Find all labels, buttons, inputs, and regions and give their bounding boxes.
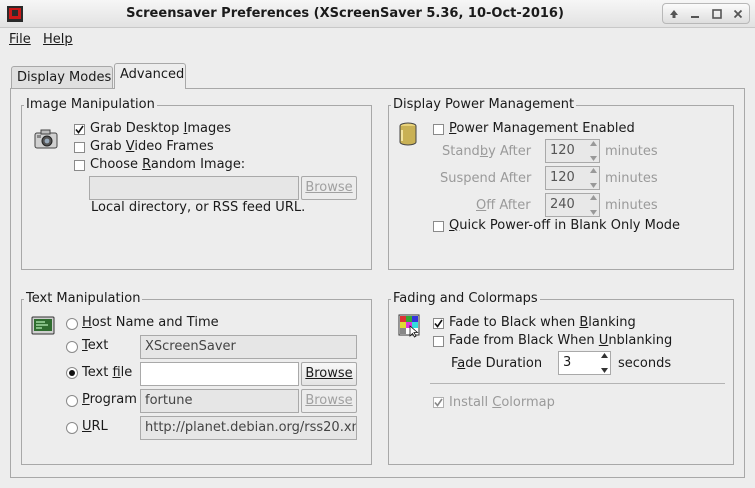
power-management-enabled-label[interactable]: Power Management Enabled <box>449 121 635 136</box>
grab-desktop-images-checkbox[interactable] <box>74 124 85 135</box>
grab-video-frames-label[interactable]: Grab Video Frames <box>90 139 214 154</box>
checkmark-icon <box>434 398 443 407</box>
choose-random-image-checkbox[interactable] <box>74 160 85 171</box>
tab-display-modes[interactable]: Display Modes <box>11 66 113 88</box>
arrow-up-icon <box>669 9 678 18</box>
tab-advanced[interactable]: Advanced <box>114 63 186 89</box>
window-controls <box>662 3 750 24</box>
text-file-radio[interactable] <box>66 367 78 379</box>
checkmark-icon <box>434 319 443 328</box>
quick-power-off-checkbox[interactable] <box>433 221 444 232</box>
fade-to-black-label[interactable]: Fade to Black when Blanking <box>449 315 636 330</box>
quick-power-off-label[interactable]: Quick Power-off in Blank Only Mode <box>449 218 680 233</box>
program-input[interactable]: fortune <box>140 389 299 413</box>
fade-duration-unit: seconds <box>618 356 672 371</box>
image-manipulation-title: Image Manipulation <box>24 97 157 112</box>
shade-button[interactable] <box>663 4 685 23</box>
spin-up-icon <box>589 168 597 173</box>
image-browse-button[interactable]: Browse <box>301 176 357 200</box>
close-button[interactable] <box>728 4 750 23</box>
install-colormap-label[interactable]: Install Colormap <box>449 395 555 410</box>
spin-up-icon <box>600 353 608 358</box>
spin-down-icon <box>589 183 597 188</box>
install-colormap-checkbox[interactable] <box>433 397 444 408</box>
spin-down-icon <box>600 368 608 373</box>
title-bar[interactable]: Screensaver Preferences (XScreenSaver 5.… <box>0 0 755 28</box>
spinner-arrows[interactable] <box>599 353 609 373</box>
radio-selected-dot <box>69 370 75 376</box>
suspend-after-label: Suspend After <box>440 171 532 186</box>
off-after-label: Off After <box>476 198 531 213</box>
text-radio[interactable] <box>66 341 78 353</box>
image-directory-input[interactable] <box>89 176 299 200</box>
checkmark-icon <box>75 125 84 134</box>
tab-label: Display Modes <box>17 70 112 85</box>
image-directory-hint: Local directory, or RSS feed URL. <box>91 200 306 215</box>
grab-desktop-images-label[interactable]: Grab Desktop Images <box>90 121 231 136</box>
fade-from-black-label[interactable]: Fade from Black When Unblanking <box>449 333 672 348</box>
tab-label: Advanced <box>120 67 185 82</box>
power-management-title: Display Power Management <box>391 97 577 112</box>
spin-down-icon <box>589 210 597 215</box>
text-file-input[interactable] <box>140 362 299 386</box>
program-browse-button[interactable]: Browse <box>301 389 357 413</box>
text-label[interactable]: Text <box>82 338 108 353</box>
text-input[interactable]: XScreenSaver <box>140 335 357 359</box>
program-radio[interactable] <box>66 395 78 407</box>
grab-video-frames-checkbox[interactable] <box>74 142 85 153</box>
off-unit: minutes <box>605 198 658 213</box>
text-manipulation-title: Text Manipulation <box>24 291 143 306</box>
spinner-arrows[interactable] <box>588 168 598 188</box>
spinner-arrows[interactable] <box>588 195 598 215</box>
colormap-icon <box>398 314 422 338</box>
camera-icon <box>34 128 58 150</box>
text-file-label[interactable]: Text file <box>82 365 132 380</box>
fade-from-black-checkbox[interactable] <box>433 336 444 347</box>
choose-random-image-label[interactable]: Choose Random Image: <box>90 157 245 172</box>
program-label[interactable]: Program <box>82 392 137 407</box>
fade-duration-label: Fade Duration <box>451 356 543 371</box>
standby-minutes-spinner[interactable]: 120 <box>545 139 600 163</box>
text-monitor-icon <box>31 316 55 336</box>
fade-duration-spinner[interactable]: 3 <box>558 351 611 375</box>
host-name-label[interactable]: Host Name and Time <box>82 315 219 330</box>
fading-title: Fading and Colormaps <box>391 291 540 306</box>
suspend-minutes-spinner[interactable]: 120 <box>545 166 600 190</box>
window-title: Screensaver Preferences (XScreenSaver 5.… <box>126 6 564 21</box>
fade-to-black-checkbox[interactable] <box>433 318 444 329</box>
maximize-button[interactable] <box>706 4 728 23</box>
suspend-unit: minutes <box>605 171 658 186</box>
separator <box>430 383 725 384</box>
menu-help[interactable]: Help <box>43 32 73 47</box>
host-name-radio[interactable] <box>66 318 78 330</box>
minimize-button[interactable] <box>685 4 707 23</box>
spin-up-icon <box>589 195 597 200</box>
url-input[interactable]: http://planet.debian.org/rss20.xml <box>140 416 357 440</box>
minimize-icon <box>691 15 700 18</box>
menu-file[interactable]: File <box>9 32 31 47</box>
text-file-browse-button[interactable]: Browse <box>301 362 357 386</box>
spin-up-icon <box>589 141 597 146</box>
url-radio[interactable] <box>66 422 78 434</box>
power-management-enabled-checkbox[interactable] <box>433 124 444 135</box>
url-label[interactable]: URL <box>82 419 108 434</box>
maximize-icon <box>711 8 722 19</box>
close-icon <box>734 9 743 18</box>
monitor-power-icon <box>398 122 418 146</box>
spin-down-icon <box>589 156 597 161</box>
off-minutes-spinner[interactable]: 240 <box>545 193 600 217</box>
standby-after-label: Standby After <box>442 144 532 159</box>
standby-unit: minutes <box>605 144 658 159</box>
spinner-arrows[interactable] <box>588 141 598 161</box>
